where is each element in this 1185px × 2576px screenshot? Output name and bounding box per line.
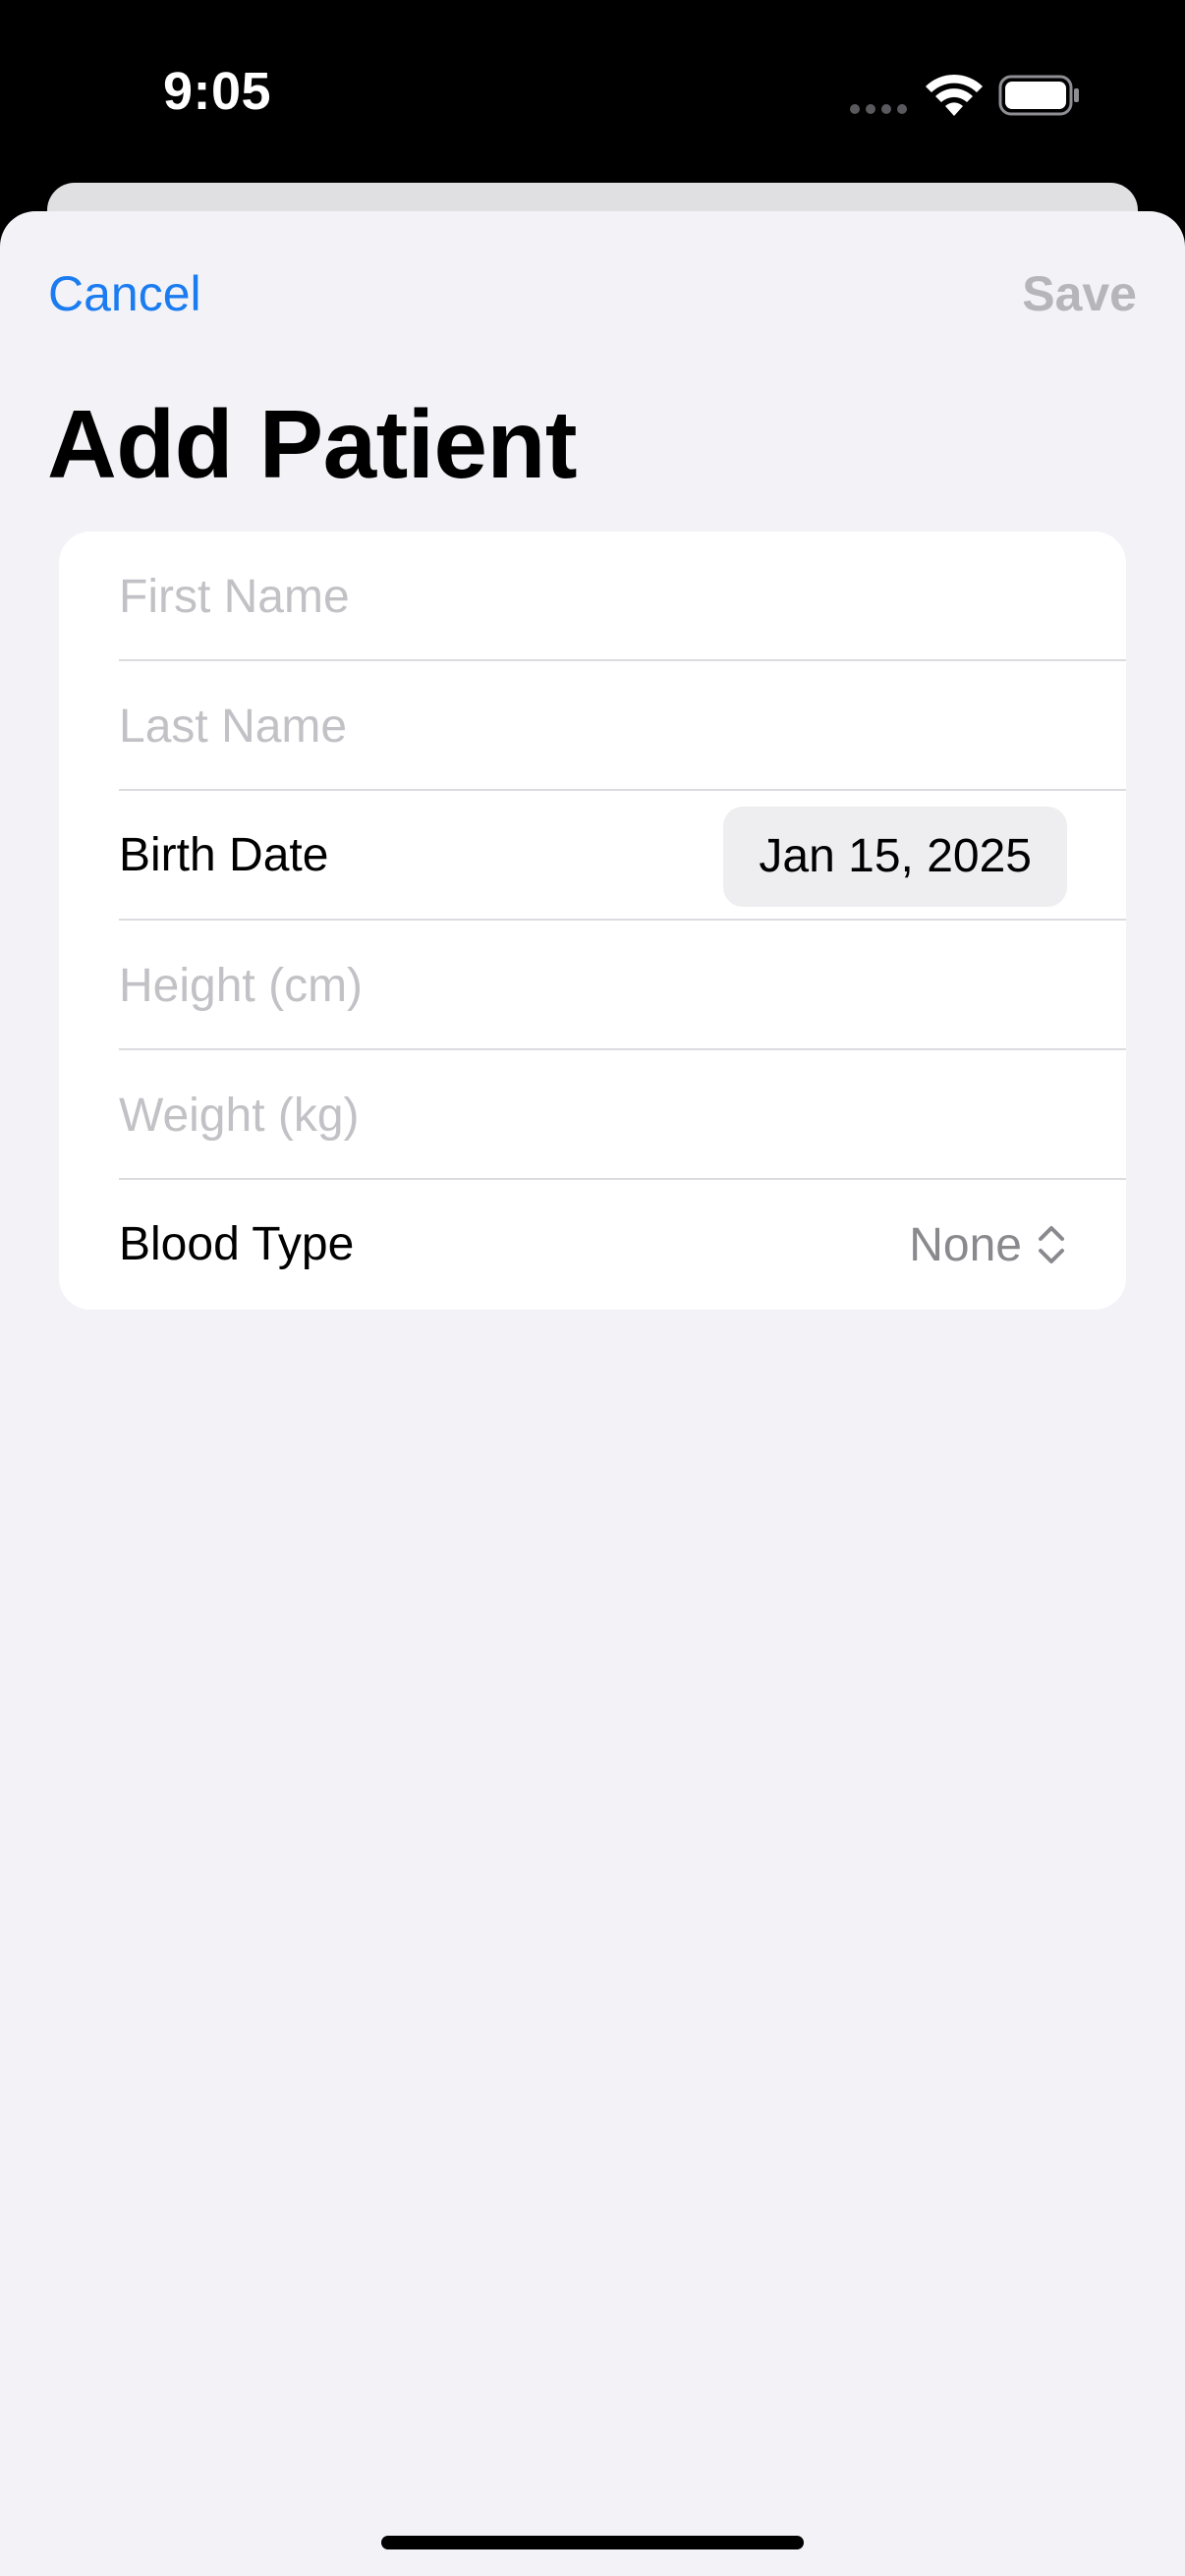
last-name-field[interactable] xyxy=(119,661,1082,791)
last-name-row xyxy=(59,661,1126,791)
cellular-dots-icon xyxy=(850,104,907,114)
blood-type-row: Blood Type None xyxy=(59,1180,1126,1310)
wifi-icon xyxy=(926,74,983,116)
home-indicator[interactable] xyxy=(381,2536,804,2549)
screen: 9:05 Cancel Save Add Patient Birth Date xyxy=(0,0,1185,2576)
blood-type-value: None xyxy=(909,1218,1022,1271)
height-row xyxy=(59,921,1126,1050)
weight-row xyxy=(59,1050,1126,1180)
battery-icon xyxy=(998,75,1079,116)
birth-date-picker[interactable]: Jan 15, 2025 xyxy=(723,807,1067,907)
birth-date-row: Birth Date Jan 15, 2025 xyxy=(59,791,1126,921)
status-time: 9:05 xyxy=(163,62,272,121)
first-name-row xyxy=(59,532,1126,661)
weight-field[interactable] xyxy=(119,1050,1082,1180)
height-field[interactable] xyxy=(119,921,1082,1050)
chevron-up-down-icon xyxy=(1039,1226,1064,1263)
save-button[interactable]: Save xyxy=(1022,265,1137,322)
blood-type-label: Blood Type xyxy=(119,1218,355,1270)
first-name-field[interactable] xyxy=(119,532,1082,661)
blood-type-picker[interactable]: None xyxy=(909,1180,1067,1310)
birth-date-label: Birth Date xyxy=(119,829,329,881)
page-title: Add Patient xyxy=(47,390,577,498)
patient-form: Birth Date Jan 15, 2025 Blood Type None xyxy=(59,532,1126,1310)
cancel-button[interactable]: Cancel xyxy=(48,265,201,322)
